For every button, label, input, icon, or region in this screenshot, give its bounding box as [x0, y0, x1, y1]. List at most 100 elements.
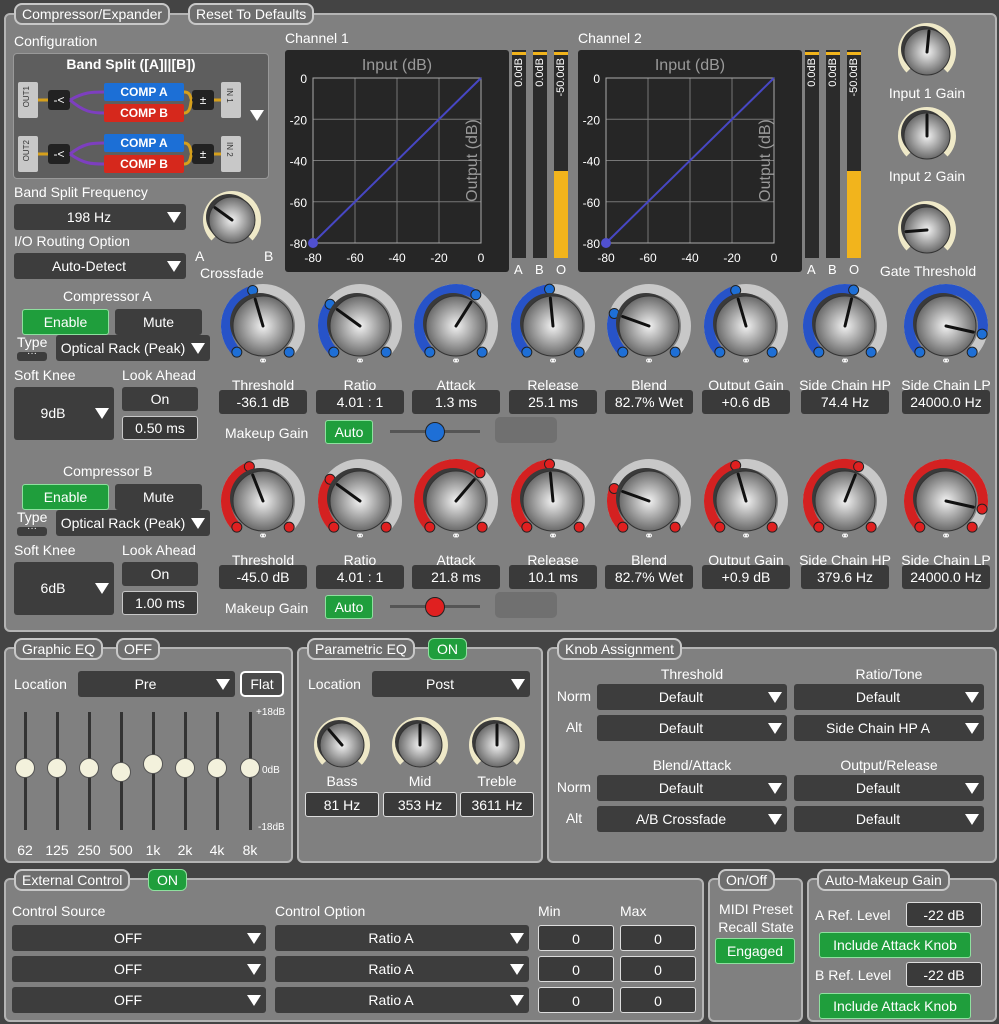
control-source-dropdown[interactable]: OFF — [12, 956, 266, 982]
comp-b-type-dropdown[interactable]: Optical Rack (Peak) — [56, 510, 210, 536]
comp-a-knob-value[interactable]: 4.01 : 1 — [316, 390, 404, 414]
comp-a-link-icon[interactable]: ⚭ — [541, 354, 565, 368]
comp-b-link-icon[interactable]: ⚭ — [833, 529, 857, 543]
engaged-button[interactable]: Engaged — [715, 938, 795, 964]
comp-b-mute-button[interactable]: Mute — [115, 484, 202, 510]
comp-b-knob-value[interactable]: 4.01 : 1 — [316, 565, 404, 589]
tab-external-control[interactable]: External Control — [14, 869, 131, 891]
gate-threshold-knob[interactable] — [886, 189, 968, 271]
tab-parametric-eq[interactable]: Parametric EQ — [307, 638, 415, 660]
a-include-attack-knob-button[interactable]: Include Attack Knob — [819, 932, 971, 958]
comp-a-link-icon[interactable]: ⚭ — [348, 354, 372, 368]
peq-knob-value[interactable]: 353 Hz — [383, 792, 457, 817]
geq-slider-thumb[interactable] — [143, 754, 163, 774]
comp-a-knob-value[interactable]: -36.1 dB — [219, 390, 307, 414]
comp-a-type-dropdown[interactable]: Optical Rack (Peak) — [56, 335, 210, 361]
peq-knob-value[interactable]: 3611 Hz — [460, 792, 534, 817]
comp-a-link-icon[interactable]: ⚭ — [734, 354, 758, 368]
tab-compressor-expander[interactable]: Compressor/Expander — [14, 3, 171, 25]
comp-b-makeup-slider-thumb[interactable] — [425, 597, 445, 617]
comp-b-link-icon[interactable]: ⚭ — [637, 529, 661, 543]
control-max-value[interactable]: 0 — [620, 987, 696, 1013]
comp-b-link-icon[interactable]: ⚭ — [251, 529, 275, 543]
b-ref-level-value[interactable]: -22 dB — [906, 962, 982, 987]
comp-b-knob-value[interactable]: 21.8 ms — [412, 565, 500, 589]
comp-a-link-icon[interactable]: ⚭ — [934, 354, 958, 368]
knob-assign-alt-dropdown[interactable]: Side Chain HP A — [794, 715, 984, 741]
comp-a-link-icon[interactable]: ⚭ — [444, 354, 468, 368]
band-split-frequency-dropdown[interactable]: 198 Hz — [14, 204, 186, 230]
comp-b-look-ahead-state-button[interactable]: On — [122, 562, 198, 586]
comp-a-link-icon[interactable]: ⚭ — [251, 354, 275, 368]
control-option-dropdown[interactable]: Ratio A — [275, 987, 529, 1013]
comp-b-link-icon[interactable]: ⚭ — [734, 529, 758, 543]
comp-a-knob-value[interactable]: 82.7% Wet — [605, 390, 693, 414]
geq-slider-thumb[interactable] — [15, 758, 35, 778]
band-split-config[interactable]: Band Split ([A]||[B]) OUT1 -< COMP A COM… — [13, 53, 269, 179]
comp-b-look-ahead-value[interactable]: 1.00 ms — [122, 591, 198, 615]
geq-slider-thumb[interactable] — [79, 758, 99, 778]
comp-a-knob-value[interactable]: 24000.0 Hz — [902, 390, 990, 414]
comp-a-link-icon[interactable]: ⚭ — [833, 354, 857, 368]
knob-assign-alt-dropdown[interactable]: Default — [597, 715, 787, 741]
tab-graphic-eq[interactable]: Graphic EQ — [14, 638, 104, 660]
comp-a-knob-value[interactable]: 74.4 Hz — [801, 390, 889, 414]
comp-b-link-icon[interactable]: ⚭ — [934, 529, 958, 543]
comp-b-soft-knee-dropdown[interactable]: 6dB — [14, 562, 114, 615]
control-option-dropdown[interactable]: Ratio A — [275, 925, 529, 951]
comp-b-knob-value[interactable]: +0.9 dB — [702, 565, 790, 589]
reset-defaults-button[interactable]: Reset To Defaults — [188, 3, 315, 25]
comp-b-link-icon[interactable]: ⚭ — [541, 529, 565, 543]
control-source-dropdown[interactable]: OFF — [12, 925, 266, 951]
knob-assign-norm-dropdown[interactable]: Default — [794, 775, 984, 801]
flat-button[interactable]: Flat — [240, 671, 284, 697]
comp-b-knob-value[interactable]: 82.7% Wet — [605, 565, 693, 589]
knob-assign-norm-dropdown[interactable]: Default — [597, 775, 787, 801]
comp-a-look-ahead-state-button[interactable]: On — [122, 387, 198, 411]
peq-knob-value[interactable]: 81 Hz — [305, 792, 379, 817]
comp-b-knob-value[interactable]: 10.1 ms — [509, 565, 597, 589]
tab-knob-assignment[interactable]: Knob Assignment — [557, 638, 682, 660]
comp-a-link-icon[interactable]: ⚭ — [637, 354, 661, 368]
comp-a-makeup-auto-button[interactable]: Auto — [325, 420, 373, 444]
control-source-dropdown[interactable]: OFF — [12, 987, 266, 1013]
comp-a-enable-button[interactable]: Enable — [22, 309, 109, 335]
control-min-value[interactable]: 0 — [538, 925, 614, 951]
comp-a-look-ahead-value[interactable]: 0.50 ms — [122, 416, 198, 440]
control-max-value[interactable]: 0 — [620, 925, 696, 951]
comp-a-knob-value[interactable]: 1.3 ms — [412, 390, 500, 414]
control-option-dropdown[interactable]: Ratio A — [275, 956, 529, 982]
comp-a-knob-value[interactable]: +0.6 dB — [702, 390, 790, 414]
comp-b-makeup-value-box[interactable] — [495, 592, 557, 618]
io-routing-dropdown[interactable]: Auto-Detect — [14, 253, 186, 279]
geq-slider-thumb[interactable] — [240, 758, 260, 778]
external-control-state-button[interactable]: ON — [148, 869, 187, 891]
comp-a-makeup-slider-thumb[interactable] — [425, 422, 445, 442]
geq-slider-thumb[interactable] — [111, 762, 131, 782]
comp-b-knob-value[interactable]: 379.6 Hz — [801, 565, 889, 589]
knob-assign-alt-dropdown[interactable]: Default — [794, 806, 984, 832]
knob-assign-norm-dropdown[interactable]: Default — [597, 684, 787, 710]
geq-location-dropdown[interactable]: Pre — [78, 671, 235, 697]
tab-onoff[interactable]: On/Off — [718, 869, 775, 891]
control-min-value[interactable]: 0 — [538, 956, 614, 982]
a-ref-level-value[interactable]: -22 dB — [906, 902, 982, 927]
comp-b-type-more-icon[interactable]: ··· — [17, 524, 47, 536]
geq-slider-thumb[interactable] — [47, 758, 67, 778]
comp-b-knob-value[interactable]: 24000.0 Hz — [902, 565, 990, 589]
comp-b-makeup-auto-button[interactable]: Auto — [325, 595, 373, 619]
comp-b-enable-button[interactable]: Enable — [22, 484, 109, 510]
control-max-value[interactable]: 0 — [620, 956, 696, 982]
crossfade-knob[interactable] — [191, 179, 273, 261]
comp-a-type-more-icon[interactable]: ··· — [17, 349, 47, 361]
config-dropdown-arrow[interactable] — [250, 110, 264, 121]
comp-b-link-icon[interactable]: ⚭ — [348, 529, 372, 543]
geq-slider-thumb[interactable] — [175, 758, 195, 778]
geq-slider-thumb[interactable] — [207, 758, 227, 778]
comp-a-soft-knee-dropdown[interactable]: 9dB — [14, 387, 114, 440]
graphic-eq-state-button[interactable]: OFF — [116, 638, 160, 660]
knob-assign-alt-dropdown[interactable]: A/B Crossfade — [597, 806, 787, 832]
parametric-eq-state-button[interactable]: ON — [428, 638, 467, 660]
control-min-value[interactable]: 0 — [538, 987, 614, 1013]
comp-a-knob-value[interactable]: 25.1 ms — [509, 390, 597, 414]
